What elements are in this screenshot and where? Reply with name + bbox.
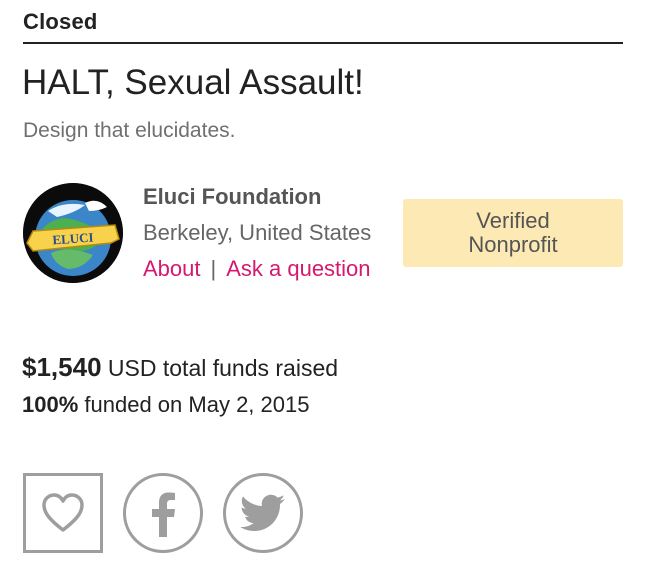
avatar-logo-text: ELUCI [52, 230, 94, 248]
organization-location: Berkeley, United States [143, 220, 372, 245]
facebook-share-button[interactable] [123, 473, 203, 553]
globe-logo-icon: ELUCI [23, 183, 123, 283]
project-tagline: Design that elucidates. [23, 119, 236, 142]
twitter-share-button[interactable] [223, 473, 303, 553]
ask-question-link[interactable]: Ask a question [226, 256, 370, 281]
favorite-button[interactable] [23, 473, 103, 553]
project-card: Closed HALT, Sexual Assault! Design that… [0, 0, 652, 583]
link-separator: | [210, 256, 217, 281]
organization-name[interactable]: Eluci Foundation [143, 183, 321, 211]
badge-label: Verified Nonprofit [468, 208, 558, 257]
funded-suffix: funded on May 2, 2015 [84, 392, 310, 417]
funded-status: 100% funded on May 2, 2015 [22, 390, 309, 420]
status-label: Closed [23, 8, 623, 44]
facebook-icon [152, 492, 175, 537]
twitter-icon [240, 494, 285, 531]
heart-icon [42, 493, 84, 532]
project-title: HALT, Sexual Assault! [22, 63, 364, 102]
funds-raised: $1,540 USD total funds raised [22, 350, 338, 385]
about-link[interactable]: About [143, 256, 201, 281]
verified-nonprofit-badge: Verified Nonprofit [403, 199, 623, 267]
funds-suffix: USD total funds raised [107, 355, 339, 381]
organization-links: About | Ask a question [143, 255, 371, 283]
funds-amount: $1,540 [22, 352, 102, 382]
funded-percent: 100% [22, 392, 79, 417]
organization-avatar[interactable]: ELUCI [23, 183, 123, 283]
